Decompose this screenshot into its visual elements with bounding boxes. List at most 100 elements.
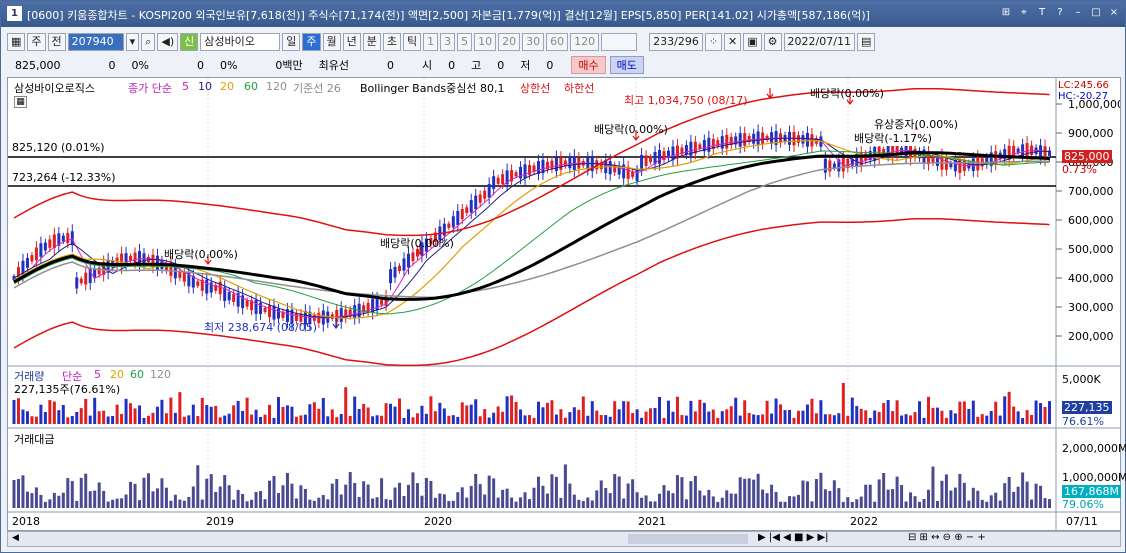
amount-bar: [886, 489, 890, 508]
amount-bar: [187, 496, 191, 508]
volume-bar: [752, 414, 756, 424]
volume-bar: [487, 417, 491, 424]
num-5[interactable]: 5: [457, 33, 473, 51]
num-10[interactable]: 10: [474, 33, 497, 51]
amount-bar: [926, 489, 930, 508]
date-input[interactable]: 2022/07/11: [783, 33, 855, 51]
prev-button[interactable]: 전: [47, 33, 66, 51]
volume-bar: [662, 417, 666, 424]
amount-bar: [205, 478, 209, 508]
maximize-icon[interactable]: □: [1089, 6, 1103, 20]
volume-bar: [796, 410, 800, 424]
amount-bar: [339, 494, 343, 508]
num-30[interactable]: 30: [522, 33, 545, 51]
volume-bar: [348, 415, 352, 424]
amount-bar: [590, 500, 594, 508]
amount-bar: [805, 481, 809, 508]
xaxis-2019: 2019: [206, 515, 234, 528]
volume-bar: [259, 416, 263, 424]
xaxis-end: 07/11: [1066, 515, 1098, 528]
num-3[interactable]: 3: [440, 33, 456, 51]
amount-bar: [294, 498, 298, 508]
buy-button[interactable]: 매수: [571, 56, 606, 74]
search-icon[interactable]: ⌕: [141, 33, 156, 51]
scroll-left-icon[interactable]: ◀: [12, 533, 19, 543]
amount-bar: [469, 485, 473, 508]
pin-icon[interactable]: ⌖: [1017, 6, 1031, 20]
zoom-controls[interactable]: ⊟ ⊞ ↔ ⊖ ⊕ − +: [908, 532, 986, 543]
amount-bar: [66, 478, 70, 508]
amount-bar: [980, 499, 984, 508]
num-120[interactable]: 120: [570, 33, 600, 51]
sound-icon[interactable]: ◀): [157, 33, 179, 51]
volume-bar: [649, 408, 653, 424]
crosshair-icon[interactable]: ✕: [724, 33, 742, 51]
scroll-thumb[interactable]: [628, 534, 748, 544]
amount-bar: [743, 478, 747, 508]
num-1[interactable]: 1: [423, 33, 439, 51]
volume-bar: [658, 396, 662, 424]
chart-area[interactable]: 1,000,000900,000800,000700,000600,000500…: [7, 77, 1126, 531]
amount-bar: [30, 493, 34, 508]
volume-bar: [1034, 400, 1038, 424]
price-chart-svg[interactable]: 1,000,000900,000800,000700,000600,000500…: [8, 78, 1120, 530]
link-icon[interactable]: ⊞: [999, 6, 1013, 20]
volume-bar: [653, 407, 657, 424]
minimize-icon[interactable]: –: [1071, 6, 1085, 20]
candle-body: [931, 156, 935, 163]
volume-bar: [671, 411, 675, 424]
vol-ma20: 20: [110, 368, 124, 381]
tf-month[interactable]: 월: [322, 33, 341, 51]
candle-body: [478, 194, 482, 203]
volume-bar: [814, 413, 818, 424]
ma20-label: 20: [220, 80, 234, 93]
amount-bar: [774, 491, 778, 508]
tf-week[interactable]: 주: [302, 33, 321, 51]
gear-icon[interactable]: ⚙: [763, 33, 782, 51]
amount-bar: [142, 477, 146, 508]
tf-minute[interactable]: 분: [362, 33, 381, 51]
custom-period-input[interactable]: [601, 33, 638, 51]
volume-bar: [451, 415, 455, 424]
amount-bar: [604, 488, 608, 508]
volume-bar: [294, 416, 298, 424]
amount-bar: [761, 489, 765, 508]
num-60[interactable]: 60: [546, 33, 569, 51]
tf-year[interactable]: 년: [342, 33, 361, 51]
volume-bar: [344, 387, 348, 424]
help-icon[interactable]: ?: [1053, 6, 1067, 20]
settings-dots-icon[interactable]: ⁘: [704, 33, 723, 51]
candle-body: [563, 160, 567, 167]
new-flag-icon[interactable]: 신: [180, 33, 199, 51]
horizontal-scrollbar[interactable]: ◀ ▶ |◀ ◀ ■ ▶ ▶| ⊟ ⊞ ↔ ⊖ ⊕ − +: [7, 531, 1121, 547]
play-controls[interactable]: ▶ |◀ ◀ ■ ▶ ▶|: [758, 532, 829, 543]
text-icon[interactable]: T: [1035, 6, 1049, 20]
xaxis-2021: 2021: [638, 515, 666, 528]
num-20[interactable]: 20: [498, 33, 521, 51]
calendar-icon[interactable]: ▤: [856, 33, 876, 51]
amount-bar: [79, 477, 83, 508]
volume-bar: [398, 398, 402, 424]
amount-bar: [581, 501, 585, 508]
table-icon[interactable]: ▦: [14, 96, 27, 108]
volume-bar: [465, 405, 469, 424]
xaxis-2022: 2022: [850, 515, 878, 528]
amount-bar: [209, 474, 213, 508]
volume-bar: [1021, 417, 1025, 424]
amount-bar: [882, 473, 886, 508]
tf-tick[interactable]: 틱: [403, 33, 422, 51]
volume-bar: [689, 400, 693, 424]
stock-code-input[interactable]: 207940: [67, 33, 124, 51]
sell-button[interactable]: 매도: [609, 56, 644, 74]
code-dropdown-icon[interactable]: ▾: [125, 33, 140, 51]
tf-second[interactable]: 초: [382, 33, 401, 51]
volume-bar: [909, 415, 913, 424]
save-icon[interactable]: ▣: [743, 33, 762, 51]
volume-bar: [510, 395, 514, 424]
amount-bar: [290, 483, 294, 508]
close-icon[interactable]: ×: [1107, 6, 1121, 20]
grid-icon[interactable]: ▦: [7, 33, 26, 51]
period-select[interactable]: 주: [27, 33, 46, 51]
tf-day[interactable]: 일: [282, 33, 301, 51]
volume-bar: [586, 415, 590, 424]
